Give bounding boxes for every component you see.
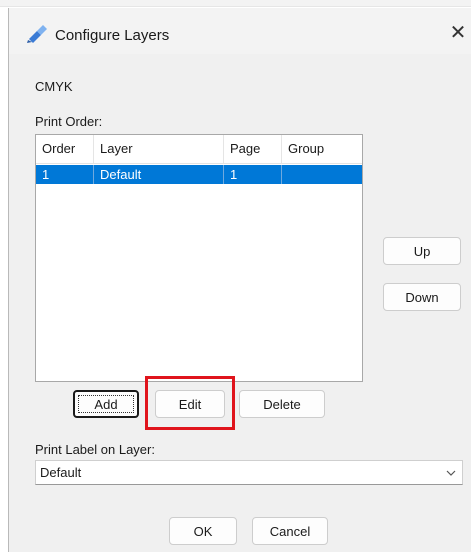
up-button[interactable]: Up [383, 237, 461, 265]
down-button[interactable]: Down [383, 283, 461, 311]
configure-layers-dialog: Configure Layers ✕ CMYK Print Order: Ord… [8, 8, 471, 552]
edit-button[interactable]: Edit [155, 390, 225, 418]
color-mode-label: CMYK [35, 79, 73, 94]
chevron-down-icon [446, 470, 456, 476]
column-header-group[interactable]: Group [282, 135, 362, 163]
title-bar: Configure Layers ✕ [9, 8, 471, 54]
column-header-page[interactable]: Page [224, 135, 282, 163]
print-order-list[interactable]: Order Layer Page Group 1 Default 1 [35, 134, 363, 382]
column-header-layer[interactable]: Layer [94, 135, 224, 163]
delete-button[interactable]: Delete [239, 390, 325, 418]
list-header: Order Layer Page Group [36, 135, 362, 164]
cell-group [282, 165, 362, 184]
print-label-dropdown[interactable]: Default [35, 460, 463, 485]
add-button[interactable]: Add [73, 390, 139, 418]
print-order-label: Print Order: [35, 114, 103, 129]
pencil-layers-icon [27, 25, 47, 43]
dialog-title: Configure Layers [55, 27, 170, 44]
background-window-strip [0, 0, 471, 7]
dropdown-value: Default [40, 465, 82, 480]
table-row[interactable]: 1 Default 1 [36, 165, 362, 184]
close-icon[interactable]: ✕ [445, 20, 471, 46]
cancel-button[interactable]: Cancel [252, 517, 328, 545]
column-header-order[interactable]: Order [36, 135, 94, 163]
cell-order: 1 [36, 165, 94, 184]
cell-page: 1 [224, 165, 282, 184]
print-label-caption: Print Label on Layer: [35, 442, 155, 457]
cell-layer: Default [94, 165, 224, 184]
ok-button[interactable]: OK [169, 517, 237, 545]
